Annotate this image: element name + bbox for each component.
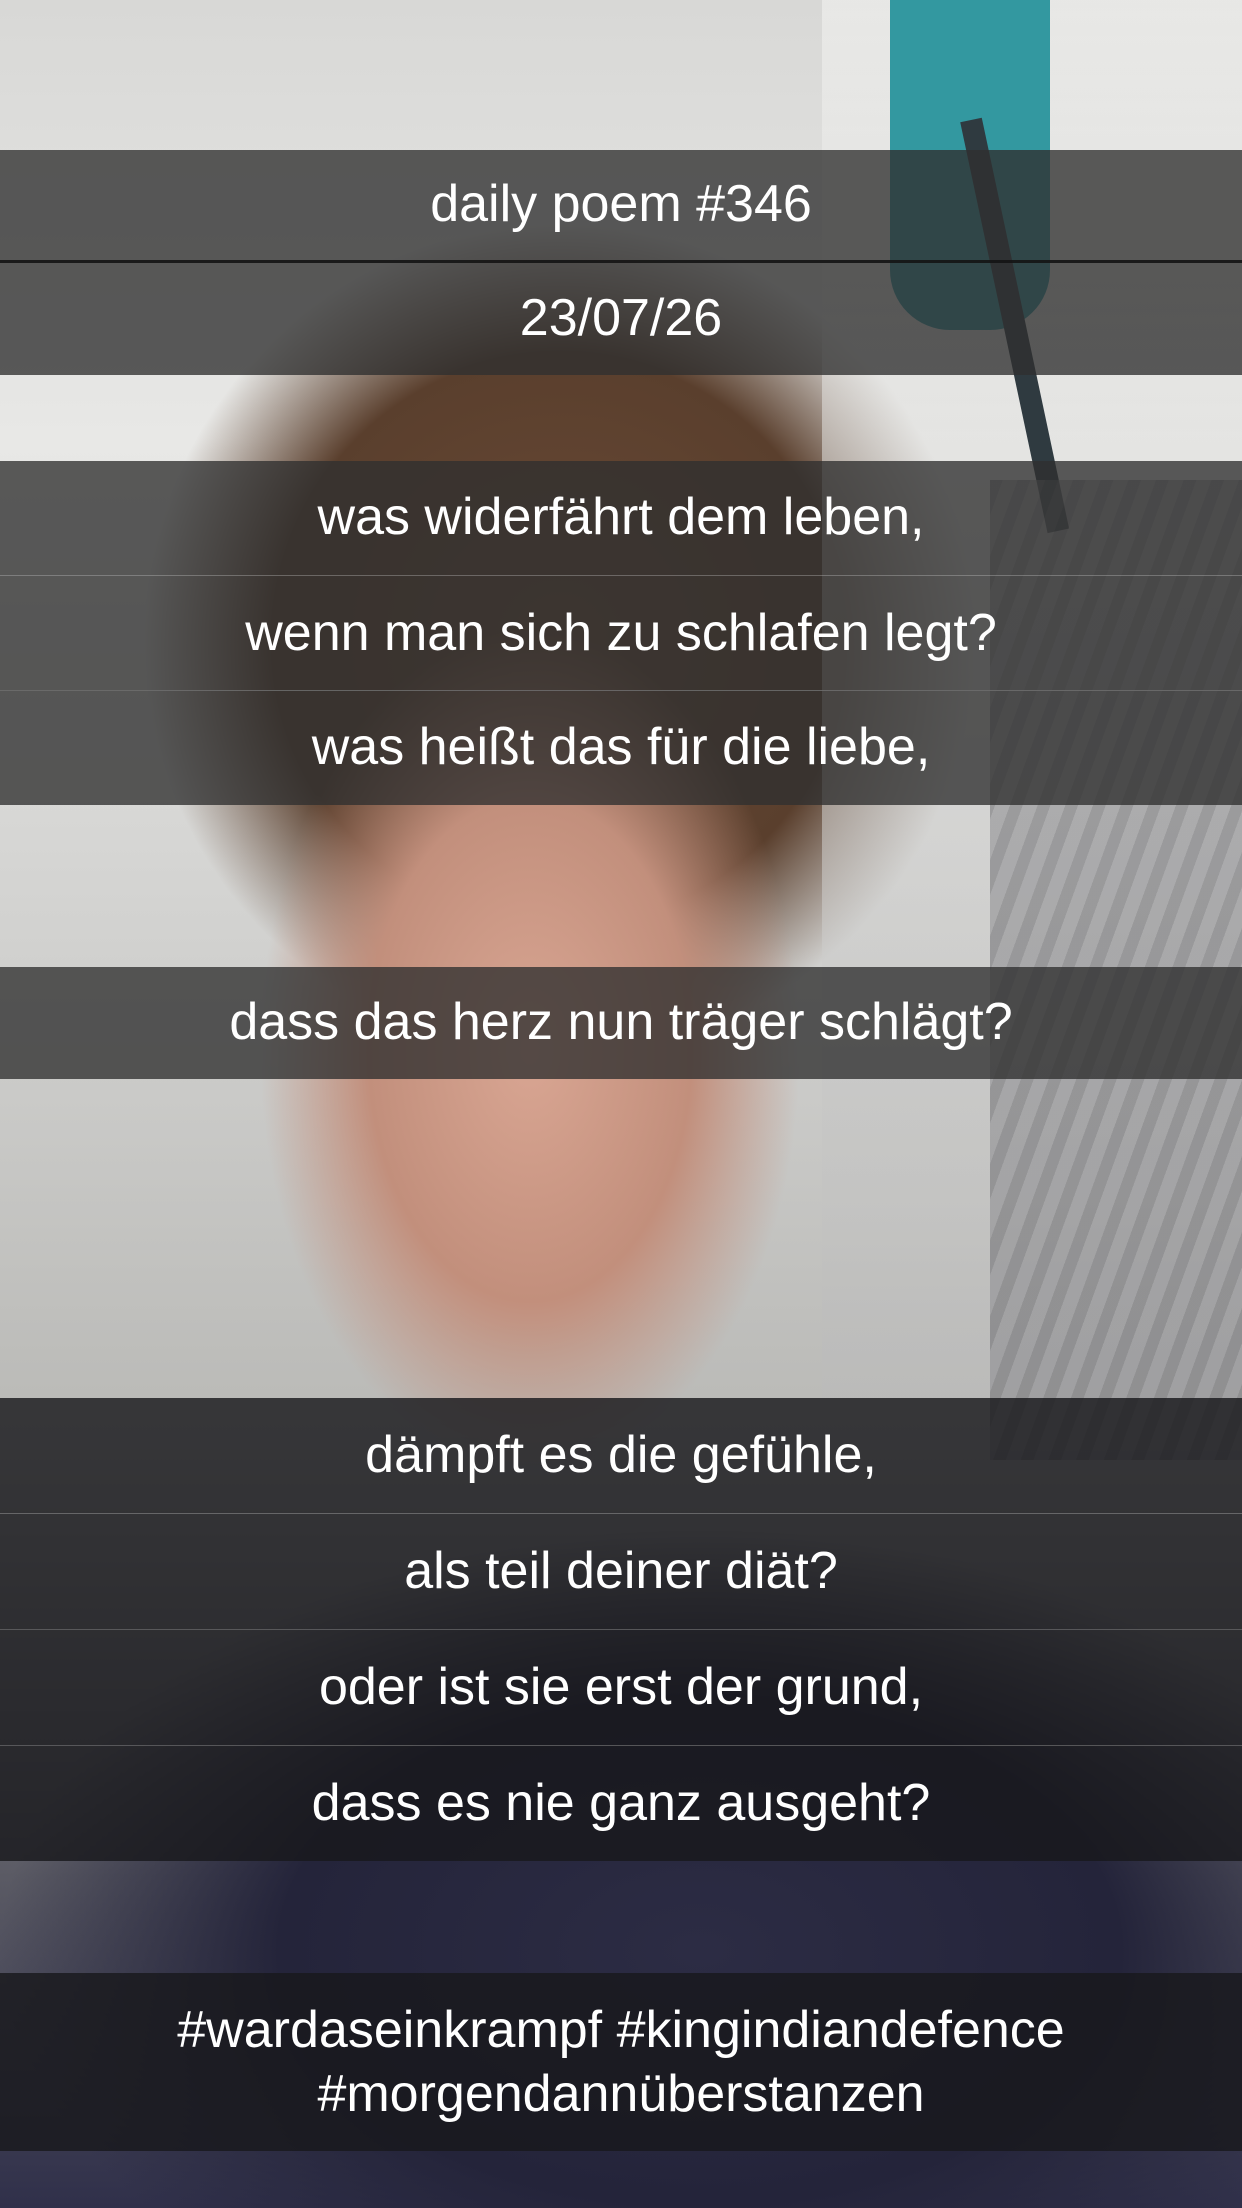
poem-line-text: was widerfährt dem leben,	[317, 488, 925, 547]
poem-line: dass es nie ganz ausgeht?	[0, 1745, 1242, 1861]
poem-line: oder ist sie erst der grund,	[0, 1629, 1242, 1746]
poem-line-text: wenn man sich zu schlafen legt?	[245, 603, 997, 662]
hashtags-line-1: #wardaseinkrampf #kingindiandefence	[177, 2001, 1065, 2059]
poem-line-text: dass das herz nun träger schlägt?	[229, 993, 1013, 1052]
poem-line: dass das herz nun träger schlägt?	[0, 967, 1242, 1079]
poem-title-band: daily poem #346	[0, 150, 1242, 260]
poem-line-text: als teil deiner diät?	[404, 1542, 838, 1601]
poem-line: als teil deiner diät?	[0, 1513, 1242, 1630]
hashtags-line-2: #morgendannüberstanzen	[317, 2065, 925, 2123]
poem-line-text: dämpft es die gefühle,	[365, 1425, 877, 1484]
poem-line: dämpft es die gefühle,	[0, 1398, 1242, 1513]
hashtags-band: #wardaseinkrampf #kingindiandefence #mor…	[0, 1973, 1242, 2151]
poem-line-text: oder ist sie erst der grund,	[318, 1658, 924, 1717]
poem-line: was widerfährt dem leben,	[0, 461, 1242, 575]
poem-date-band: 23/07/26	[0, 260, 1242, 375]
poem-line: wenn man sich zu schlafen legt?	[0, 575, 1242, 691]
poem-title: daily poem #346	[430, 175, 812, 234]
poem-date: 23/07/26	[519, 289, 723, 348]
poem-line: was heißt das für die liebe,	[0, 690, 1242, 805]
poem-line-text: dass es nie ganz ausgeht?	[311, 1773, 931, 1832]
poem-line-text: was heißt das für die liebe,	[311, 718, 931, 777]
